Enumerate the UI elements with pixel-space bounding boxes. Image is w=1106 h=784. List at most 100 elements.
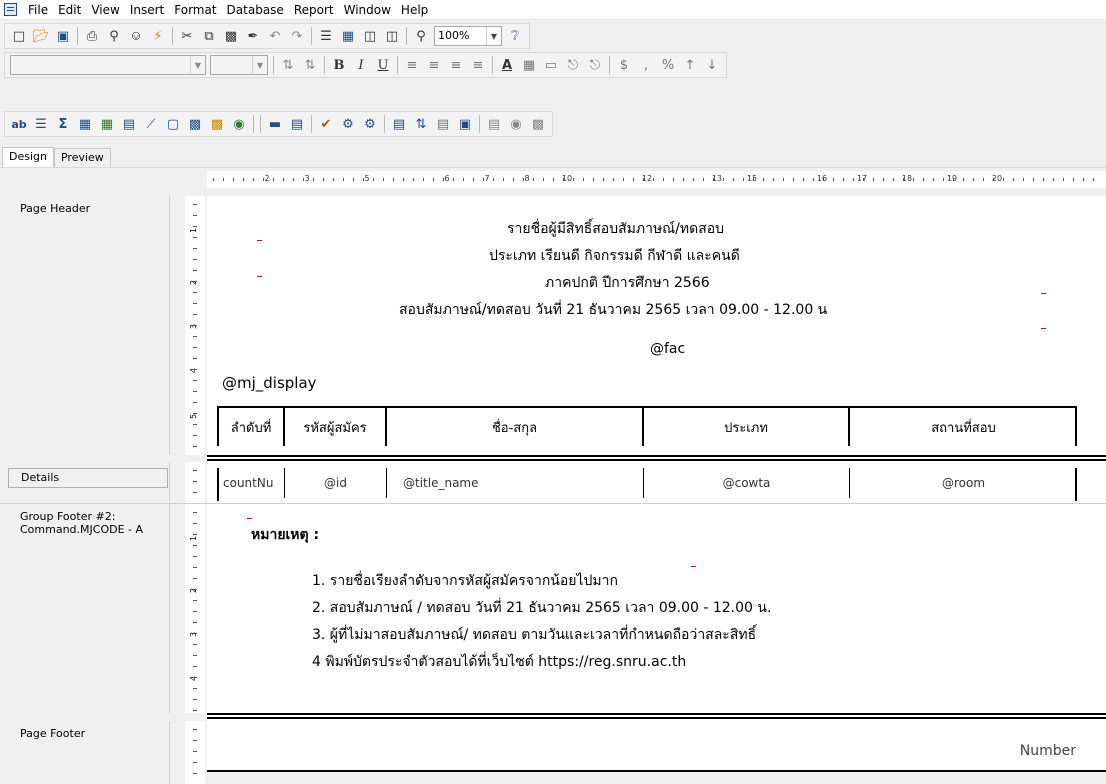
fac-field[interactable]: @fac — [650, 341, 685, 357]
decrease-decimal-icon[interactable]: ↓ — [702, 55, 722, 75]
group-icon[interactable]: ☰ — [31, 114, 51, 134]
save-icon[interactable]: ▣ — [53, 26, 73, 46]
field-explorer-icon[interactable]: ▦ — [338, 26, 358, 46]
select-expert-icon[interactable]: ⚙︎ — [360, 114, 380, 134]
verify-database-icon[interactable]: ◉ — [506, 114, 526, 134]
olap-grid-icon[interactable]: ▦ — [97, 114, 117, 134]
menu-format[interactable]: Format — [169, 3, 221, 17]
increase-font-icon[interactable]: ⇅ — [278, 55, 298, 75]
cross-tab-icon[interactable]: ▦ — [75, 114, 95, 134]
new-icon[interactable]: □ — [9, 26, 29, 46]
highlight-expert-icon[interactable]: ✔ — [316, 114, 336, 134]
justify-icon[interactable]: ≡ — [468, 55, 488, 75]
section-label[interactable]: Details — [8, 468, 168, 488]
font-color-icon[interactable]: A — [497, 55, 517, 75]
bold-icon[interactable]: B — [329, 55, 349, 75]
text-object-icon[interactable]: ab — [9, 114, 29, 134]
increase-decimal-icon[interactable]: ↑ — [680, 55, 700, 75]
room-field[interactable]: @room — [850, 468, 1077, 498]
map-icon[interactable]: ◉ — [229, 114, 249, 134]
column-header-exam-room[interactable]: สถานที่สอบ — [850, 408, 1077, 446]
print-icon[interactable]: ⎙ — [82, 26, 102, 46]
section-label[interactable]: Page Header — [0, 196, 170, 455]
menu-help[interactable]: Help — [396, 3, 433, 17]
copy-icon[interactable]: ⧉ — [199, 26, 219, 46]
percent-icon[interactable]: % — [658, 55, 678, 75]
decrease-font-icon[interactable]: ⇅ — [300, 55, 320, 75]
border-icon[interactable]: ▦ — [519, 55, 539, 75]
report-title[interactable]: รายชื่อผู้มีสิทธิ์สอบสัมภาษณ์/ทดสอบ — [507, 218, 724, 240]
lock-size-icon[interactable]: ⎋ — [585, 55, 605, 75]
menu-file[interactable]: File — [23, 3, 53, 17]
chart-icon[interactable]: ▩ — [207, 114, 227, 134]
formula-workshop-icon[interactable]: ⚙︎ — [338, 114, 358, 134]
column-header-name[interactable]: ชื่อ-สกุล — [387, 408, 644, 446]
details-canvas[interactable]: countNu @id @title_name @cowta @room — [207, 462, 1106, 503]
find-icon[interactable]: ⚲ — [411, 26, 431, 46]
export-icon[interactable]: ⎉ — [126, 26, 146, 46]
refresh-icon[interactable]: ⚡︎ — [148, 26, 168, 46]
menu-edit[interactable]: Edit — [53, 3, 86, 17]
note-3[interactable]: 3. ผู้ที่ไม่มาสอบสัมภาษณ์/ ทดสอบ ตามวันแ… — [312, 624, 756, 646]
record-sort-icon[interactable]: ▤ — [389, 114, 409, 134]
currency-icon[interactable]: $ — [614, 55, 634, 75]
line-icon[interactable]: ⟋ — [141, 114, 161, 134]
menu-insert[interactable]: Insert — [125, 3, 169, 17]
title-name-field[interactable]: @title_name — [387, 468, 644, 498]
group-footer-canvas[interactable]: หมายเหตุ : 1. รายชื่อเรียงลำดับจากรหัสผู… — [207, 504, 1106, 713]
column-header-type[interactable]: ประเภท — [644, 408, 850, 446]
page-header-canvas[interactable]: รายชื่อผู้มีสิทธิ์สอบสัมภาษณ์/ทดสอบ ประเ… — [207, 196, 1106, 455]
cowta-field[interactable]: @cowta — [644, 468, 850, 498]
format-painter-icon[interactable]: ✒ — [243, 26, 263, 46]
template-icon[interactable]: ▤ — [433, 114, 453, 134]
page-footer-canvas[interactable]: Number — [207, 721, 1106, 772]
section-label[interactable]: Group Footer #2: Command.MJCODE - A — [0, 504, 170, 713]
tab-preview[interactable]: Preview — [53, 148, 111, 167]
tab-design[interactable]: Design — [2, 147, 54, 167]
horizontal-ruler[interactable]: 2 3 5 6 7 8 10 12 13 15 16 17 18 19 20 — [207, 171, 1106, 188]
help-icon[interactable]: ❔︎ — [505, 26, 525, 46]
section-label[interactable]: Page Footer — [0, 721, 170, 784]
undo-icon[interactable]: ↶ — [265, 26, 285, 46]
cut-icon[interactable]: ✂︎ — [177, 26, 197, 46]
zoom-select[interactable]: 100% ▼ — [434, 26, 502, 46]
underline-icon[interactable]: U — [373, 55, 393, 75]
group-tree-icon[interactable]: ☰ — [316, 26, 336, 46]
redo-icon[interactable]: ↷ — [287, 26, 307, 46]
lock-format-icon[interactable]: ⎋ — [563, 55, 583, 75]
note-2[interactable]: 2. สอบสัมภาษณ์ / ทดสอบ วันที่ 21 ธันวาคม… — [312, 597, 771, 619]
font-name-select[interactable]: ▼ — [10, 55, 206, 75]
count-field[interactable]: countNu — [219, 468, 285, 498]
align-right-icon[interactable]: ≡ — [446, 55, 466, 75]
section-expert-icon[interactable]: ▤ — [287, 114, 307, 134]
page-number-field[interactable]: Number — [1020, 743, 1076, 759]
summary-icon[interactable]: Σ — [53, 114, 73, 134]
menu-database[interactable]: Database — [222, 3, 289, 17]
subreport-icon[interactable]: ▤ — [119, 114, 139, 134]
menu-view[interactable]: View — [86, 3, 124, 17]
menu-window[interactable]: Window — [339, 3, 396, 17]
column-header-order[interactable]: ลำดับที่ — [219, 408, 285, 446]
id-field[interactable]: @id — [285, 468, 387, 498]
section-separator[interactable] — [0, 455, 1106, 462]
note-4[interactable]: 4 พิมพ์บัตรประจำตัวสอบได้ที่เว็บไซต์ htt… — [312, 651, 686, 673]
note-1[interactable]: 1. รายชื่อเรียงลำดับจากรหัสผู้สมัครจากน้… — [312, 570, 618, 592]
suppress-icon[interactable]: ▭ — [541, 55, 561, 75]
menu-report[interactable]: Report — [289, 3, 339, 17]
section-separator[interactable] — [0, 713, 1106, 721]
align-center-icon[interactable]: ≡ — [424, 55, 444, 75]
database-expert-icon[interactable]: ▤ — [484, 114, 504, 134]
app-icon[interactable] — [4, 3, 17, 16]
box-icon[interactable]: ▢ — [163, 114, 183, 134]
mj-display-field[interactable]: @mj_display — [222, 374, 317, 392]
insert-section-icon[interactable]: ▬ — [265, 114, 285, 134]
report-subtitle-type[interactable]: ประเภท เรียนดี กิจกรรมดี กีฬาดี และคนดี — [489, 245, 740, 267]
report-subtitle-schedule[interactable]: สอบสัมภาษณ์/ทดสอบ วันที่ 21 ธันวาคม 2565… — [399, 299, 827, 321]
italic-icon[interactable]: I — [351, 55, 371, 75]
print-preview-icon[interactable]: ⚲ — [104, 26, 124, 46]
align-left-icon[interactable]: ≡ — [402, 55, 422, 75]
hyperlink-icon[interactable]: ▣ — [455, 114, 475, 134]
report-explorer-icon[interactable]: ◫ — [360, 26, 380, 46]
remark-label[interactable]: หมายเหตุ : — [251, 524, 319, 546]
font-size-select[interactable]: ▼ — [210, 55, 268, 75]
